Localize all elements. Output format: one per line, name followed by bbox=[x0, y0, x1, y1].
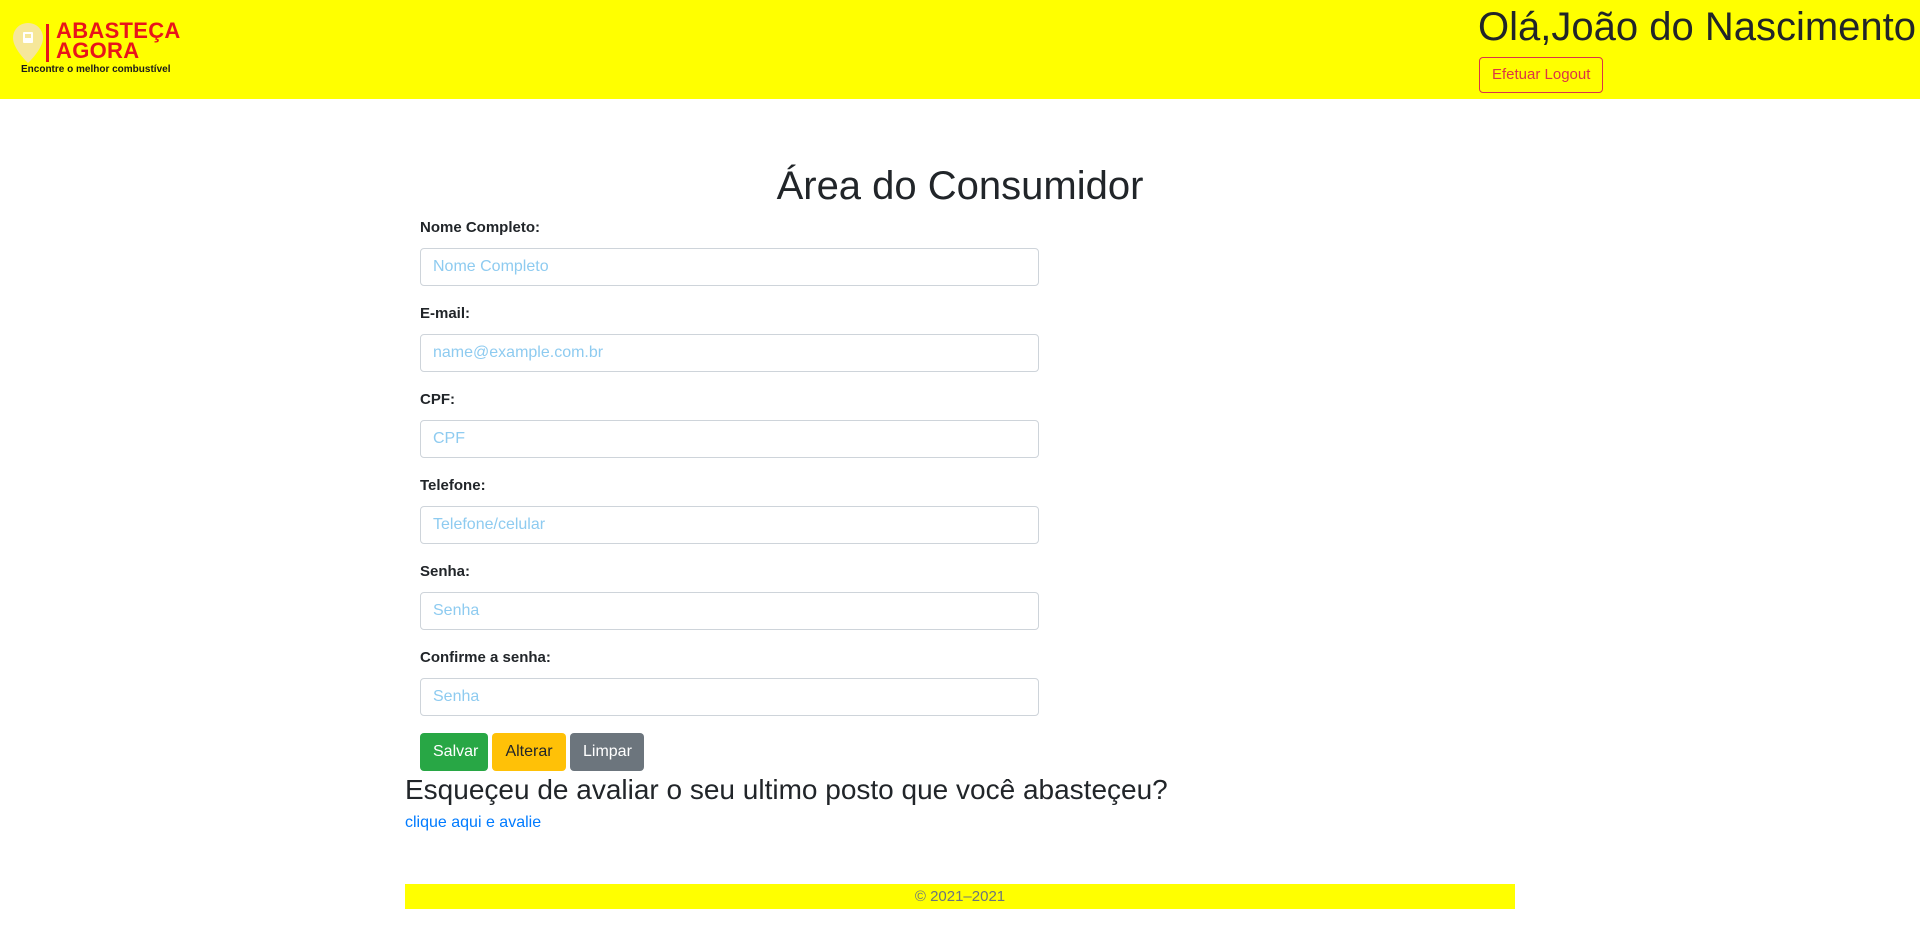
fuel-pin-icon bbox=[13, 23, 43, 63]
alter-button[interactable]: Alterar bbox=[492, 733, 566, 771]
email-label: E-mail: bbox=[420, 305, 471, 322]
clear-button[interactable]: Limpar bbox=[570, 733, 644, 771]
top-header: ABASTEÇA AGORA Encontre o melhor combust… bbox=[0, 0, 1920, 99]
phone-input[interactable] bbox=[420, 506, 1039, 544]
phone-label: Telefone: bbox=[420, 477, 486, 494]
logo-line2: AGORA bbox=[56, 38, 140, 63]
save-button[interactable]: Salvar bbox=[420, 733, 488, 771]
password-input[interactable] bbox=[420, 592, 1039, 630]
review-prompt: Esqueçeu de avaliar o seu ultimo posto q… bbox=[405, 774, 1168, 805]
cpf-label: CPF: bbox=[420, 391, 455, 408]
email-input[interactable] bbox=[420, 334, 1039, 372]
full-name-label: Nome Completo: bbox=[420, 219, 540, 236]
confirm-password-label: Confirme a senha: bbox=[420, 649, 551, 666]
review-link[interactable]: clique aqui e avalie bbox=[405, 814, 541, 832]
cpf-input[interactable] bbox=[420, 420, 1039, 458]
confirm-password-input[interactable] bbox=[420, 678, 1039, 716]
logo-divider bbox=[46, 24, 49, 62]
footer: © 2021–2021 bbox=[405, 884, 1515, 909]
password-label: Senha: bbox=[420, 563, 471, 580]
user-greeting: Olá,João do Nascimento bbox=[1478, 5, 1917, 49]
page-title: Área do Consumidor bbox=[776, 164, 1144, 208]
logout-button[interactable]: Efetuar Logout bbox=[1479, 57, 1604, 93]
copyright-text: © 2021–2021 bbox=[914, 888, 1006, 905]
logo[interactable]: ABASTEÇA AGORA Encontre o melhor combust… bbox=[10, 18, 210, 80]
logo-tagline: Encontre o melhor combustível bbox=[21, 64, 171, 75]
full-name-input[interactable] bbox=[420, 248, 1039, 286]
